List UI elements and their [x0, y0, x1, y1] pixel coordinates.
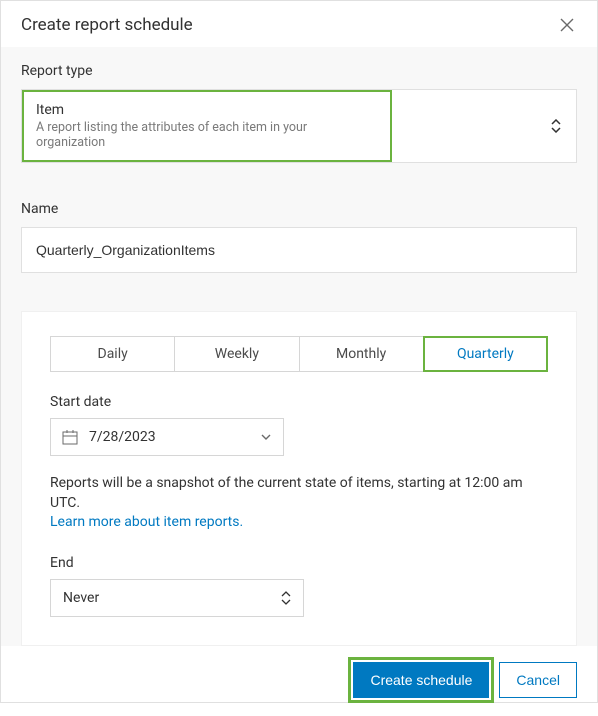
info-block: Reports will be a snapshot of the curren…: [50, 474, 548, 533]
create-schedule-button[interactable]: Create schedule: [353, 662, 489, 698]
select-chevron-icon: [550, 119, 562, 133]
schedule-card: DailyWeeklyMonthlyQuarterly Start date 7…: [21, 311, 577, 646]
end-value: Never: [63, 590, 99, 606]
chevron-down-icon: [259, 430, 273, 444]
create-report-schedule-modal: Create report schedule Report type Item …: [0, 0, 598, 703]
learn-more-link[interactable]: Learn more about item reports.: [50, 514, 243, 530]
select-sort-icon: [281, 591, 291, 605]
report-type-select[interactable]: Item A report listing the attributes of …: [21, 89, 577, 163]
modal-title: Create report schedule: [21, 15, 193, 35]
start-date-value: 7/28/2023: [89, 429, 156, 445]
cancel-button[interactable]: Cancel: [499, 662, 577, 698]
report-type-label: Report type: [21, 63, 577, 79]
modal-footer: Create schedule Cancel: [1, 646, 597, 716]
end-label: End: [50, 555, 548, 571]
name-section: Name: [1, 183, 597, 293]
schedule-section: DailyWeeklyMonthlyQuarterly Start date 7…: [1, 293, 597, 646]
modal-header: Create report schedule: [1, 1, 597, 47]
close-icon: [559, 17, 575, 33]
tab-weekly[interactable]: Weekly: [175, 337, 299, 371]
tab-daily[interactable]: Daily: [51, 337, 175, 371]
info-text: Reports will be a snapshot of the curren…: [50, 475, 523, 511]
frequency-tabs: DailyWeeklyMonthlyQuarterly: [50, 336, 548, 372]
report-type-section: Report type Item A report listing the at…: [1, 47, 597, 183]
end-select[interactable]: Never: [50, 579, 304, 617]
calendar-icon: [61, 428, 79, 446]
start-date-picker[interactable]: 7/28/2023: [50, 418, 284, 456]
name-label: Name: [21, 201, 577, 217]
close-button[interactable]: [557, 15, 577, 35]
report-type-selected-title: Item: [36, 102, 378, 118]
tab-monthly[interactable]: Monthly: [300, 337, 424, 371]
report-type-selected-desc: A report listing the attributes of each …: [36, 120, 378, 150]
start-date-label: Start date: [50, 394, 548, 410]
tab-quarterly[interactable]: Quarterly: [424, 337, 547, 371]
report-type-highlight: Item A report listing the attributes of …: [22, 90, 392, 162]
name-input[interactable]: [21, 227, 577, 273]
